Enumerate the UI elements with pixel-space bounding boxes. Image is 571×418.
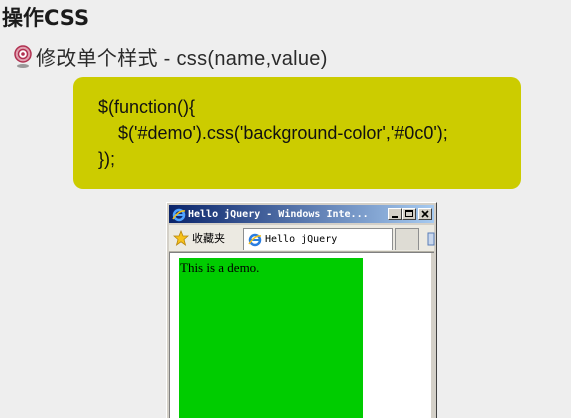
favorites-label: 收藏夹 (192, 232, 225, 245)
browser-window: Hello jQuery - Windows Inte... 收藏夹 Hello… (166, 202, 437, 418)
tab-overflow-icon[interactable] (427, 231, 435, 246)
tab-hello-jquery[interactable]: Hello jQuery (243, 228, 393, 250)
scrollbar[interactable] (431, 253, 434, 418)
close-icon[interactable] (418, 208, 432, 220)
code-block: $(function(){ $('#demo').css('background… (73, 77, 521, 189)
ie-logo-icon (248, 233, 262, 247)
subhead: 修改单个样式 - css(name,value) (12, 42, 328, 71)
browser-titlebar[interactable]: Hello jQuery - Windows Inte... (169, 205, 434, 223)
ie-logo-icon (172, 207, 186, 222)
code-line-3: }); (98, 149, 116, 169)
maximize-icon[interactable] (402, 208, 416, 220)
new-tab-button[interactable] (395, 228, 419, 250)
browser-toolbar: 收藏夹 Hello jQuery (169, 225, 435, 252)
tab-title: Hello jQuery (265, 234, 338, 245)
subhead-text: 修改单个样式 - css(name,value) (36, 48, 328, 70)
code-line-2: $('#demo').css('background-color','#0c0'… (98, 123, 448, 143)
minimize-icon[interactable] (388, 208, 402, 220)
page-content: This is a demo. (169, 252, 434, 418)
code-line-1: $(function(){ (98, 97, 196, 117)
window-title: Hello jQuery - Windows Inte... (188, 208, 369, 220)
demo-box: This is a demo. (179, 258, 363, 418)
favorites-button[interactable]: 收藏夹 (172, 229, 225, 246)
demo-text: This is a demo. (180, 260, 260, 275)
slide-title: 操作CSS (2, 6, 90, 30)
star-icon (172, 229, 190, 246)
bullet-target-icon (12, 44, 34, 70)
